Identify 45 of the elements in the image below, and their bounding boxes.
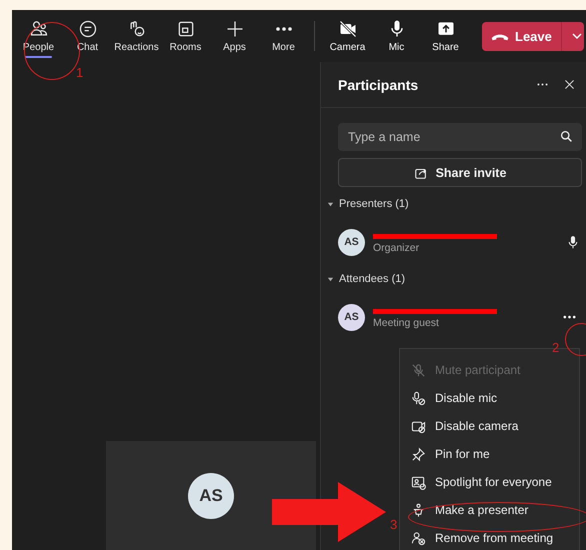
toolbar-button[interactable]: More: [259, 10, 308, 62]
participant-role: Meeting guest: [373, 316, 440, 328]
share-invite-button[interactable]: Share invite: [338, 158, 582, 187]
phone-icon: [491, 32, 509, 40]
caret-icon[interactable]: [327, 276, 334, 282]
rooms-icon: [176, 19, 196, 39]
camera-off-icon: [338, 19, 358, 39]
mic-icon: [568, 235, 578, 249]
avatar: AS: [338, 228, 365, 256]
menu-item[interactable]: Disable camera: [400, 412, 579, 440]
menu-item[interactable]: Disable mic: [400, 384, 579, 412]
toolbar-button[interactable]: Apps: [210, 10, 259, 62]
toolbar-button[interactable]: Share: [421, 10, 470, 62]
chat-icon: [78, 19, 98, 39]
toolbar-button[interactable]: Reactions: [112, 10, 161, 62]
toolbar-button[interactable]: Mic: [372, 10, 421, 62]
menu-item[interactable]: Remove from meeting: [400, 524, 579, 550]
person-remove-icon: [411, 530, 426, 546]
mic-off-icon: [411, 362, 426, 378]
menu-item[interactable]: Pin for me: [400, 440, 579, 468]
plus-icon: [224, 19, 244, 39]
search-icon: [560, 130, 573, 143]
close-icon[interactable]: [563, 78, 576, 91]
avatar: AS: [188, 472, 234, 518]
step-number: 1: [76, 66, 84, 79]
more-icon[interactable]: [562, 314, 577, 320]
more-icon: [276, 27, 292, 31]
avatar: AS: [338, 304, 365, 330]
leave-button[interactable]: Leave: [482, 22, 584, 50]
panel-title: Participants: [338, 76, 420, 92]
search-field[interactable]: Type a name: [338, 123, 582, 151]
toolbar-button[interactable]: Camera: [323, 10, 372, 62]
toolbar-button[interactable]: Rooms: [161, 10, 210, 62]
step-number: 3: [390, 518, 398, 531]
section-title[interactable]: Presenters (1): [339, 198, 409, 210]
spotlight-icon: [411, 474, 426, 490]
menu-item[interactable]: Spotlight for everyone: [400, 468, 579, 496]
section-title[interactable]: Attendees (1): [339, 273, 406, 285]
selected-underline: [25, 56, 52, 58]
pin-icon: [411, 446, 426, 462]
participant-role: Organizer: [373, 242, 420, 254]
mic-icon: [411, 390, 426, 406]
caret-icon[interactable]: [327, 200, 334, 208]
step-number: 2: [552, 341, 560, 354]
menu-item[interactable]: Make a presenter: [400, 496, 579, 524]
